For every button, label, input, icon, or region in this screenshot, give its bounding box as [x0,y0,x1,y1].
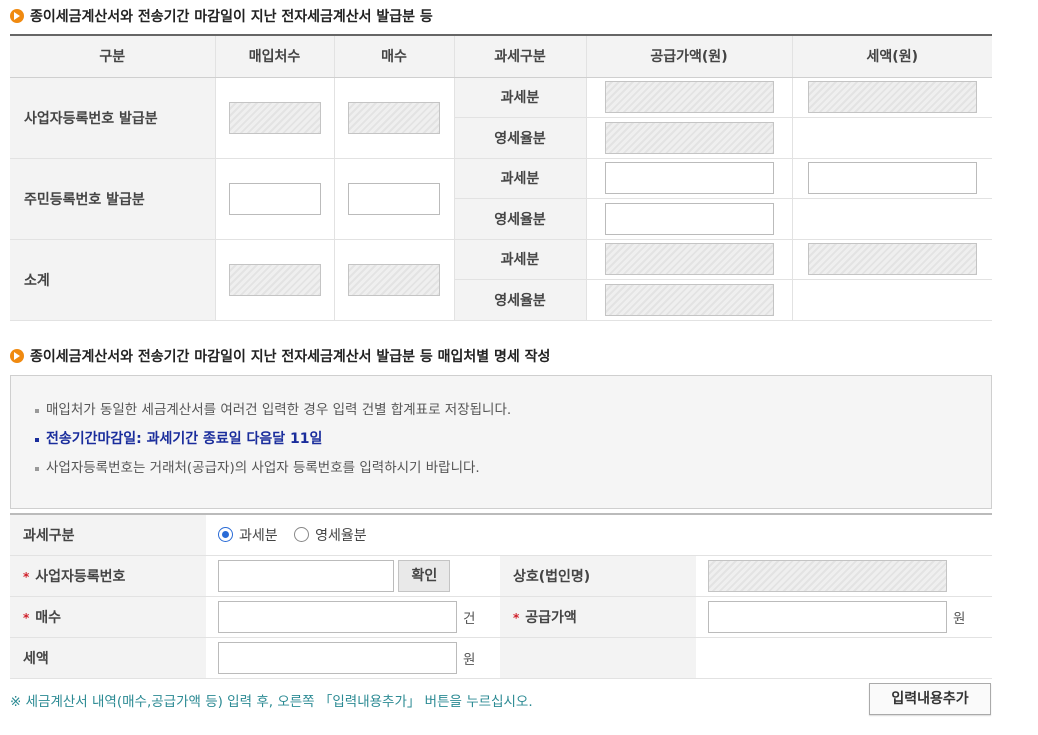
form-row-bizno: * 사업자등록번호 확인 상호(법인명) [10,555,993,597]
count-label: 매수 [35,609,62,626]
section1-title: 종이세금계산서와 전송기간 마감일이 지난 전자세금계산서 발급분 등 [10,6,433,26]
supply-amount-field-disabled [604,81,774,114]
header-sheet-count: 매수 [333,35,454,78]
supply-amount-field[interactable] [604,162,774,195]
add-entry-button[interactable]: 입력내용추가 [869,683,991,715]
radio-taxable[interactable] [218,527,233,543]
table-row: 주민등록번호 발급분 과세분 [10,158,992,240]
supply-amount-field-disabled [604,283,774,316]
sheet-count-field-disabled [348,263,440,296]
supply-amount-input[interactable] [708,600,947,633]
group-label: 사업자등록번호 발급분 [10,77,215,159]
tax-input[interactable] [218,641,457,674]
sheet-count-field[interactable] [348,182,440,215]
tax-amount-field-disabled [807,243,977,276]
header-supplier-count: 매입처수 [214,35,334,78]
sub-label-taxable: 과세분 [453,77,586,118]
info-item: 사업자등록번호는 거래처(공급자)의 사업자 등록번호를 입력하시기 바랍니다. [35,454,967,483]
sheet-count-field-disabled [348,101,440,134]
supply-amount-field-disabled [604,121,774,154]
table-row: 사업자등록번호 발급분 과세분 [10,77,992,159]
orange-arrow-bullet-icon [10,9,24,23]
tax-unit: 원 [463,651,476,668]
required-mark: * [23,610,30,625]
tax-label: 세액 [10,637,206,679]
sub-label-taxable: 과세분 [453,239,586,280]
company-name-field-disabled [708,559,947,592]
square-bullet-icon [35,466,39,471]
group-label: 소계 [10,239,215,321]
info-item-deadline: 전송기간마감일: 과세기간 종료일 다음달 11일 [35,425,967,454]
radio-taxable-label[interactable]: 과세분 [239,528,278,544]
group-label: 주민등록번호 발급분 [10,158,215,240]
orange-arrow-bullet-icon [10,349,24,363]
supplier-count-field-disabled [228,101,321,134]
radio-zero-rate-label[interactable]: 영세율분 [315,528,367,544]
sub-label-taxable: 과세분 [453,158,586,199]
summary-header-row: 구분 매입처수 매수 과세구분 공급가액(원) 세액(원) [10,35,992,78]
square-bullet-icon [35,437,39,442]
supplier-count-field[interactable] [228,182,321,215]
form-row-tax: 세액 원 [10,637,993,679]
section2-title: 종이세금계산서와 전송기간 마감일이 지난 전자세금계산서 발급분 등 매입처별… [10,346,550,366]
header-tax-amount: 세액(원) [791,35,992,78]
header-tax-type: 과세구분 [453,35,586,78]
required-mark: * [23,569,30,584]
company-name-label: 상호(법인명) [500,555,696,597]
confirm-button[interactable]: 확인 [398,559,451,592]
sub-label-zero-rate: 영세율분 [453,198,586,240]
supplier-count-field-disabled [228,263,321,296]
entry-form: 과세구분 과세분 영세율분 * 사업자등록번호 확인 상호(법인명) * 매수 건 … [10,513,993,679]
header-supply-amount: 공급가액(원) [585,35,792,78]
count-input[interactable] [218,600,457,633]
summary-table: 구분 매입처수 매수 과세구분 공급가액(원) 세액(원) 사업자등록번호 발급… [10,34,992,321]
sub-label-zero-rate: 영세율분 [453,279,586,321]
square-bullet-icon [35,408,39,413]
form-row-count-supply: * 매수 건 * 공급가액 원 [10,596,993,638]
table-row: 소계 과세분 [10,239,992,321]
radio-zero-rate[interactable] [294,527,310,543]
supply-amount-label: 공급가액 [525,609,577,626]
info-item: 매입처가 동일한 세금계산서를 여러건 입력한 경우 입력 건별 합계표로 저장… [35,396,967,425]
tax-amount-field-disabled [807,81,977,114]
supply-amount-field-disabled [604,243,774,276]
section1-title-text: 종이세금계산서와 전송기간 마감일이 지난 전자세금계산서 발급분 등 [30,9,433,25]
section2-title-text: 종이세금계산서와 전송기간 마감일이 지난 전자세금계산서 발급분 등 매입처별… [30,349,551,365]
tax-type-label: 과세구분 [10,514,206,556]
instruction-note: ※ 세금계산서 내역(매수,공급가액 등) 입력 후, 오른쪽 「입력내용추가」… [10,694,533,710]
form-row-tax-type: 과세구분 과세분 영세율분 [10,514,993,556]
supply-unit: 원 [953,610,966,627]
bizno-label: 사업자등록번호 [35,568,126,585]
supply-amount-field[interactable] [604,202,774,235]
info-box: 매입처가 동일한 세금계산서를 여러건 입력한 경우 입력 건별 합계표로 저장… [10,375,992,509]
bizno-input[interactable] [218,559,394,592]
header-category: 구분 [10,35,215,78]
tax-amount-field[interactable] [807,162,977,195]
required-mark: * [513,610,520,625]
sub-label-zero-rate: 영세율분 [453,117,586,159]
count-unit: 건 [463,610,476,627]
